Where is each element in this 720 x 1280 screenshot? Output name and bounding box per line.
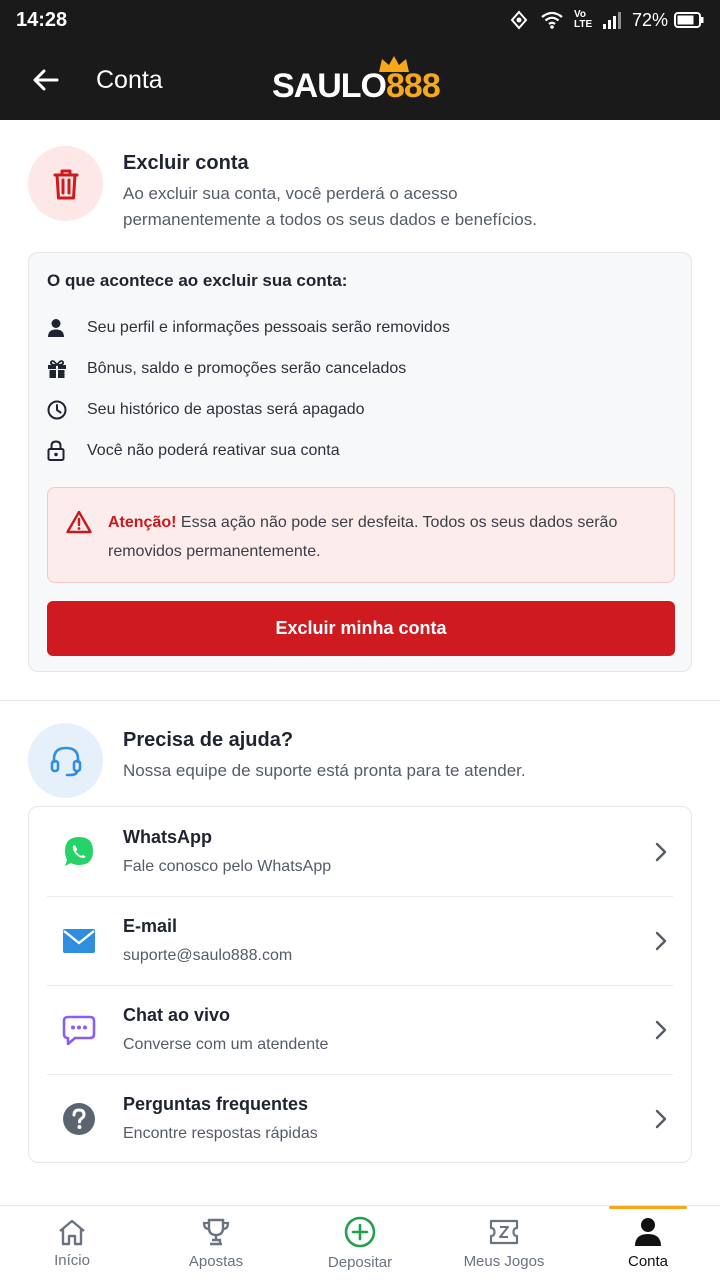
- question-icon: [59, 1099, 99, 1139]
- list-item-label: Você não poderá reativar sua conta: [87, 441, 340, 459]
- list-item: Seu histórico de apostas será apagado: [47, 389, 673, 430]
- home-icon: [59, 1219, 85, 1245]
- nav-item-inicio[interactable]: Início: [0, 1206, 144, 1280]
- support-item-whatsapp[interactable]: WhatsApp Fale conosco pelo WhatsApp: [29, 807, 691, 896]
- user-icon: [47, 318, 75, 338]
- chat-icon: [59, 1010, 99, 1050]
- warning-box: Atenção! Essa ação não pode ser desfeita…: [47, 487, 675, 583]
- status-time: 14:28: [16, 8, 68, 31]
- list-item-label: Seu perfil e informações pessoais serão …: [87, 318, 450, 336]
- support-item-title: WhatsApp: [123, 827, 212, 847]
- list-item-label: Seu histórico de apostas será apagado: [87, 400, 365, 418]
- warning-message: Essa ação não pode ser desfeita. Todos o…: [108, 514, 618, 560]
- trash-icon-badge: [28, 146, 103, 221]
- nav-item-meus-jogos[interactable]: Meus Jogos: [432, 1206, 576, 1280]
- nav-item-conta[interactable]: Conta: [576, 1206, 720, 1280]
- delete-consequences-list: Seu perfil e informações pessoais serão …: [47, 307, 673, 471]
- chevron-right-icon: [649, 842, 673, 862]
- list-item-label: Bônus, saldo e promoções serão cancelado…: [87, 359, 407, 377]
- warning-icon: [66, 510, 92, 562]
- list-item: Bônus, saldo e promoções serão cancelado…: [47, 348, 673, 389]
- nav-label: Meus Jogos: [463, 1252, 545, 1270]
- support-item-subtitle: suporte@saulo888.com: [123, 947, 293, 964]
- battery: 72%: [632, 10, 704, 31]
- delete-account-title: Excluir conta: [123, 152, 249, 174]
- gift-icon: [47, 359, 75, 379]
- support-item-title: E-mail: [123, 916, 178, 936]
- delete-info-title: O que acontece ao excluir sua conta:: [47, 271, 348, 290]
- trophy-icon: [202, 1218, 230, 1245]
- list-item: Seu perfil e informações pessoais serão …: [47, 307, 673, 348]
- support-item-title: Perguntas frequentes: [123, 1094, 309, 1114]
- battery-icon: [674, 12, 704, 28]
- nav-item-depositar[interactable]: Depositar: [288, 1206, 432, 1280]
- help-header: Precisa de ajuda? Nossa equipe de suport…: [28, 723, 692, 798]
- logo-text-saulo: SAULO: [272, 67, 387, 105]
- nav-label: Início: [54, 1251, 90, 1269]
- warning-text: Atenção! Essa ação não pode ser desfeita…: [108, 508, 656, 562]
- clock-icon: [47, 400, 75, 420]
- crown-icon: [379, 56, 409, 72]
- plus-circle-icon: [344, 1216, 376, 1247]
- support-item-email[interactable]: E-mail suporte@saulo888.com: [29, 896, 691, 985]
- help-description: Nossa equipe de suporte está pronta para…: [123, 761, 526, 780]
- support-item-subtitle: Converse com um atendente: [123, 1036, 329, 1053]
- person-icon: [635, 1217, 661, 1246]
- signal-icon: [602, 11, 622, 29]
- ticket-icon: [489, 1219, 519, 1244]
- headset-icon-badge: [28, 723, 103, 798]
- support-item-subtitle: Encontre respostas rápidas: [123, 1125, 318, 1142]
- bottom-navigation: Início Apostas Depositar Meus Jogos Cont…: [0, 1205, 720, 1280]
- help-title: Precisa de ajuda?: [123, 729, 294, 751]
- brand-logo: SAULO 888: [272, 54, 441, 106]
- content: Excluir conta Ao excluir sua conta, você…: [0, 120, 720, 1205]
- wifi-icon: [540, 10, 564, 30]
- mail-icon: [59, 921, 99, 961]
- delete-account-header: Excluir conta Ao excluir sua conta, você…: [28, 146, 692, 233]
- headset-icon: [50, 746, 81, 776]
- lock-icon: [47, 440, 75, 461]
- chevron-right-icon: [649, 1109, 673, 1129]
- support-item-title: Chat ao vivo: [123, 1005, 231, 1025]
- nav-label: Apostas: [188, 1252, 244, 1270]
- support-item-faq[interactable]: Perguntas frequentes Encontre respostas …: [29, 1074, 691, 1163]
- status-icons: Vo LTE 72%: [508, 10, 704, 31]
- nav-label: Depositar: [327, 1253, 393, 1271]
- nav-label: Conta: [627, 1252, 669, 1270]
- delete-account-button[interactable]: Excluir minha conta: [47, 601, 675, 656]
- warning-strong: Atenção!: [108, 514, 177, 531]
- trash-icon: [53, 169, 78, 199]
- list-item: Você não poderá reativar sua conta: [47, 430, 673, 471]
- status-bar: 14:28 Vo LTE 72%: [0, 0, 720, 40]
- delete-info-card: O que acontece ao excluir sua conta: Seu…: [28, 252, 692, 672]
- page-title: Conta: [96, 65, 163, 94]
- whatsapp-icon: [59, 832, 99, 872]
- section-divider: [0, 700, 720, 701]
- back-button[interactable]: [10, 40, 80, 120]
- support-item-subtitle: Fale conosco pelo WhatsApp: [123, 858, 332, 875]
- chevron-right-icon: [649, 931, 673, 951]
- app-header: Conta SAULO 888: [0, 40, 720, 120]
- battery-percent: 72%: [631, 9, 668, 30]
- support-item-live-chat[interactable]: Chat ao vivo Converse com um atendente: [29, 985, 691, 1074]
- network-label: Vo LTE: [573, 9, 593, 30]
- arrow-left-icon: [33, 69, 59, 91]
- chevron-right-icon: [649, 1020, 673, 1040]
- delete-account-description: Ao excluir sua conta, você perderá o ace…: [123, 184, 537, 229]
- nav-item-apostas[interactable]: Apostas: [144, 1206, 288, 1280]
- vibrate-icon: [508, 10, 530, 30]
- support-options-card: WhatsApp Fale conosco pelo WhatsApp E-ma…: [28, 806, 692, 1163]
